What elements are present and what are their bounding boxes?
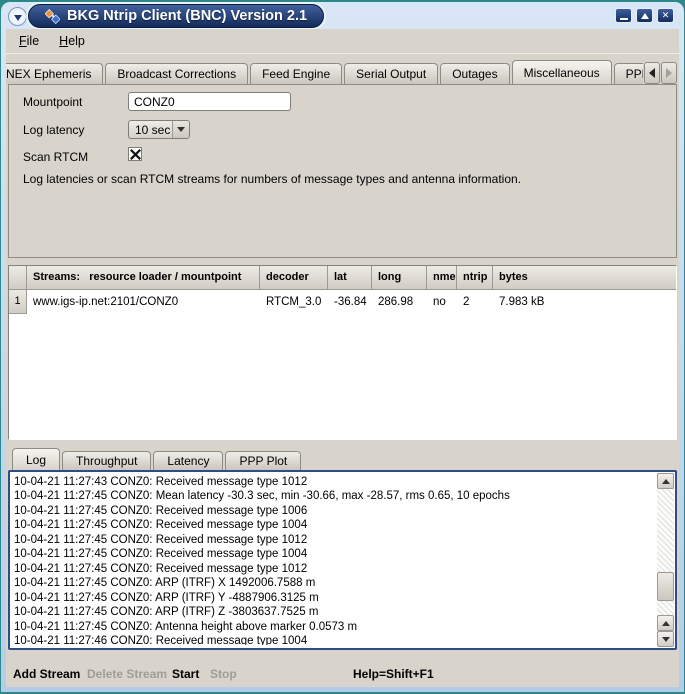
tab-rinex-ephemeris[interactable]: NEX Ephemeris xyxy=(6,63,103,84)
mountpoint-input[interactable] xyxy=(128,92,291,111)
tab-broadcast-corrections[interactable]: Broadcast Corrections xyxy=(105,63,248,84)
tab-miscellaneous[interactable]: Miscellaneous xyxy=(512,60,612,84)
menu-file[interactable]: File xyxy=(19,34,39,48)
close-icon: ✕ xyxy=(662,11,670,20)
start-button[interactable]: Start xyxy=(172,667,199,681)
column-header-long[interactable]: long xyxy=(372,266,427,290)
log-vertical-scrollbar[interactable] xyxy=(657,473,674,647)
bnc-app-icon xyxy=(45,9,60,24)
log-line: 10-04-21 11:27:45 CONZ0: Mean latency -3… xyxy=(14,489,654,503)
log-line: 10-04-21 11:27:45 CONZ0: Received messag… xyxy=(14,533,654,547)
log-latency-label: Log latency xyxy=(23,123,84,137)
window-title: BKG Ntrip Client (BNC) Version 2.1 xyxy=(67,8,307,24)
chevron-down-icon xyxy=(177,127,185,132)
column-header-streams[interactable]: Streams: resource loader / mountpoint xyxy=(27,266,260,290)
tab-throughput[interactable]: Throughput xyxy=(62,451,151,470)
cell-lat[interactable]: -36.84 xyxy=(328,290,372,314)
main-tabbar: NEX Ephemeris Broadcast Corrections Feed… xyxy=(6,60,643,84)
tab-serial-output[interactable]: Serial Output xyxy=(344,63,438,84)
miscellaneous-panel: Mountpoint Log latency 10 sec Scan RTCM … xyxy=(8,84,677,258)
arrow-left-icon xyxy=(649,68,655,78)
row-number-cell[interactable]: 1 xyxy=(9,290,27,314)
bnc-application-window: BKG Ntrip Client (BNC) Version 2.1 ✕ Fil… xyxy=(0,0,685,694)
tab-latency[interactable]: Latency xyxy=(153,451,223,470)
add-stream-button[interactable]: Add Stream xyxy=(13,667,80,681)
column-header-decoder[interactable]: decoder xyxy=(260,266,328,290)
combo-dropdown-button[interactable] xyxy=(172,121,189,138)
column-header-lat[interactable]: lat xyxy=(328,266,372,290)
streams-table: Streams: resource loader / mountpoint de… xyxy=(8,265,677,440)
checkmark-x-icon xyxy=(130,149,141,160)
help-shortcut-label: Help=Shift+F1 xyxy=(353,667,434,681)
table-row[interactable]: 1 www.igs-ip.net:2101/CONZ0 RTCM_3.0 -36… xyxy=(9,290,676,314)
cell-nmea[interactable]: no xyxy=(427,290,457,314)
window-menu-button[interactable] xyxy=(8,7,27,26)
cell-mountpoint[interactable]: www.igs-ip.net:2101/CONZ0 xyxy=(27,290,260,314)
log-latency-select[interactable]: 10 sec xyxy=(128,120,190,139)
log-latency-value: 10 sec xyxy=(129,123,172,137)
bottom-tabbar: Log Throughput Latency PPP Plot xyxy=(12,448,303,470)
scrollbar-up-button[interactable] xyxy=(657,473,674,489)
cell-long[interactable]: 286.98 xyxy=(372,290,427,314)
log-line: 10-04-21 11:27:45 CONZ0: Antenna height … xyxy=(14,620,654,634)
maximize-icon xyxy=(641,13,649,19)
menu-help[interactable]: Help xyxy=(59,34,85,48)
maximize-button[interactable] xyxy=(636,8,653,23)
tab-ppp-client[interactable]: PPP Client xyxy=(614,63,643,84)
chevron-down-icon xyxy=(14,15,22,21)
log-line: 10-04-21 11:27:46 CONZ0: Received messag… xyxy=(14,634,654,645)
log-line: 10-04-21 11:27:45 CONZ0: ARP (ITRF) X 14… xyxy=(14,576,654,590)
log-line: 10-04-21 11:27:45 CONZ0: Received messag… xyxy=(14,518,654,532)
scrollbar-thumb[interactable] xyxy=(657,572,674,601)
tab-log[interactable]: Log xyxy=(12,448,60,470)
tab-ppp-plot[interactable]: PPP Plot xyxy=(225,451,301,470)
scan-rtcm-checkbox[interactable] xyxy=(128,147,142,161)
cell-decoder[interactable]: RTCM_3.0 xyxy=(260,290,328,314)
arrow-down-icon xyxy=(662,637,670,642)
tab-feed-engine[interactable]: Feed Engine xyxy=(250,63,342,84)
log-line: 10-04-21 11:27:45 CONZ0: ARP (ITRF) Y -4… xyxy=(14,591,654,605)
log-line: 10-04-21 11:27:45 CONZ0: Received messag… xyxy=(14,547,654,561)
log-text: 10-04-21 11:27:43 CONZ0: Received messag… xyxy=(14,475,654,645)
close-button[interactable]: ✕ xyxy=(657,8,674,23)
log-line: 10-04-21 11:27:45 CONZ0: Received messag… xyxy=(14,504,654,518)
log-line: 10-04-21 11:27:45 CONZ0: ARP (ITRF) Z -3… xyxy=(14,605,654,619)
tab-outages[interactable]: Outages xyxy=(440,63,509,84)
tab-scroll-left-button[interactable] xyxy=(644,62,660,84)
column-header-ntrip[interactable]: ntrip xyxy=(457,266,493,290)
log-line: 10-04-21 11:27:43 CONZ0: Received messag… xyxy=(14,475,654,489)
cell-ntrip[interactable]: 2 xyxy=(457,290,493,314)
title-pill: BKG Ntrip Client (BNC) Version 2.1 xyxy=(28,4,324,28)
minimize-icon xyxy=(620,18,628,20)
tab-scroll-right-button[interactable] xyxy=(661,62,677,84)
log-line: 10-04-21 11:27:45 CONZ0: Received messag… xyxy=(14,562,654,576)
cell-bytes[interactable]: 7.983 kB xyxy=(493,290,676,314)
arrow-up-icon xyxy=(662,621,670,626)
window-frame: BKG Ntrip Client (BNC) Version 2.1 ✕ Fil… xyxy=(1,2,684,692)
minimize-button[interactable] xyxy=(615,8,632,23)
scrollbar-up-button-2[interactable] xyxy=(657,615,674,631)
scan-rtcm-label: Scan RTCM xyxy=(23,150,88,164)
column-header-nmea[interactable]: nmea xyxy=(427,266,457,290)
log-view[interactable]: 10-04-21 11:27:43 CONZ0: Received messag… xyxy=(8,470,677,650)
arrow-right-icon xyxy=(666,68,672,78)
column-header-bytes[interactable]: bytes xyxy=(493,266,676,290)
action-bar: Add Stream Delete Stream Start Stop Help… xyxy=(6,665,679,685)
client-area: File Help NEX Ephemeris Broadcast Correc… xyxy=(6,29,679,687)
table-header-row: Streams: resource loader / mountpoint de… xyxy=(9,266,676,290)
panel-description: Log latencies or scan RTCM streams for n… xyxy=(23,172,662,186)
menubar: File Help xyxy=(6,29,679,54)
arrow-up-icon xyxy=(662,479,670,484)
titlebar[interactable]: BKG Ntrip Client (BNC) Version 2.1 ✕ xyxy=(5,3,680,30)
delete-stream-button[interactable]: Delete Stream xyxy=(87,667,167,681)
scrollbar-down-button[interactable] xyxy=(657,631,674,647)
table-corner-cell xyxy=(9,266,27,290)
mountpoint-label: Mountpoint xyxy=(23,95,82,109)
stop-button[interactable]: Stop xyxy=(210,667,237,681)
